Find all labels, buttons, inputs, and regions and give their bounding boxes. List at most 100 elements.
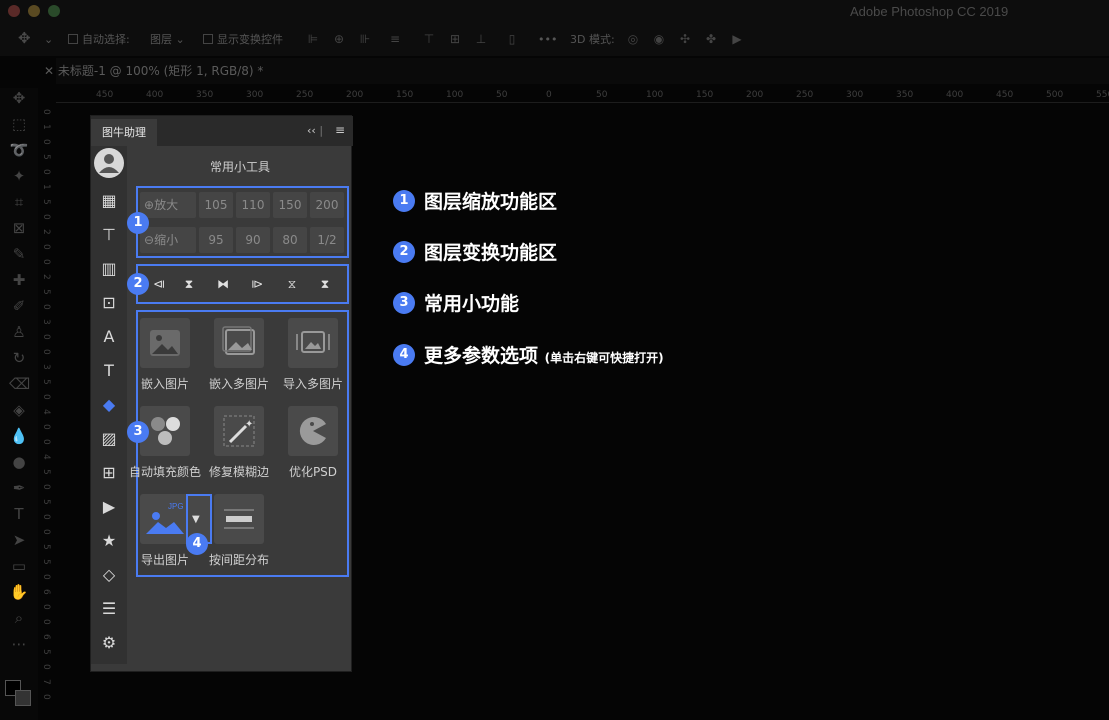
settings-gear-icon[interactable]: ⚙ xyxy=(98,632,120,654)
align-bottom-icon[interactable]: ⊥ xyxy=(474,32,488,46)
collapse-icon[interactable]: ‹‹ | xyxy=(307,124,323,137)
roll-3d-icon[interactable]: ◉ xyxy=(652,32,666,46)
align-center-icon[interactable]: ⊕ xyxy=(332,32,346,46)
embed-image-button[interactable] xyxy=(140,318,190,368)
video-icon[interactable]: ▶ xyxy=(98,496,120,518)
more-options-button[interactable]: ••• xyxy=(538,32,557,48)
zoom-tool-icon[interactable]: ⌕ xyxy=(9,608,29,628)
ruler-tick: 6 xyxy=(41,634,51,640)
frame-tool-icon[interactable]: ⊠ xyxy=(9,218,29,238)
panel-resize-handle[interactable] xyxy=(187,664,257,668)
background-color-swatch[interactable] xyxy=(15,690,31,706)
type-tool-icon[interactable]: T xyxy=(9,504,29,524)
align-right-icon[interactable]: ⊪ xyxy=(358,32,372,46)
history-brush-tool-icon[interactable]: ↻ xyxy=(9,348,29,368)
minimize-window-button[interactable] xyxy=(28,5,40,17)
grid-icon[interactable]: ▦ xyxy=(98,190,120,212)
eraser-tool-icon[interactable]: ⌫ xyxy=(9,374,30,394)
legend-text-2: 图层变换功能区 xyxy=(424,242,558,264)
zoom-in-110-button[interactable]: 110 xyxy=(236,192,270,218)
ruler-tick: 5 xyxy=(41,289,51,295)
document-tab[interactable]: ✕ 未标题-1 @ 100% (矩形 1, RGB/8) * xyxy=(44,62,263,79)
align-left-icon[interactable]: ⊫ xyxy=(306,32,320,46)
flip-horizontal-icon[interactable]: ⧓ xyxy=(216,276,230,292)
stamp-tool-icon[interactable]: ♙ xyxy=(9,322,29,342)
brush-tool-icon[interactable]: ✐ xyxy=(9,296,29,316)
ruler-tick: 7 xyxy=(41,679,51,685)
crop-tool-icon[interactable]: ⌗ xyxy=(9,192,29,212)
healing-tool-icon[interactable]: ✚ xyxy=(9,270,29,290)
align-top-icon[interactable]: ⊤ xyxy=(422,32,436,46)
flip-down-icon[interactable]: ⧗ xyxy=(318,276,332,292)
ruler-tick: 0 xyxy=(41,214,51,220)
zoom-out-button[interactable]: ⊖缩小 xyxy=(140,227,196,253)
zoom-out-half-button[interactable]: 1/2 xyxy=(310,227,344,253)
align-hcenter-icon[interactable]: ≡ xyxy=(388,32,402,46)
flip-left-icon[interactable]: ⧏ xyxy=(152,276,166,292)
font-search-icon[interactable]: A xyxy=(98,326,120,348)
more-tools-icon[interactable]: ⋯ xyxy=(9,634,29,654)
fix-blurry-edge-button[interactable]: ✦ xyxy=(214,406,264,456)
zoom-window-button[interactable] xyxy=(48,5,60,17)
ruler-tick: 0 xyxy=(41,334,51,340)
auto-select-dropdown[interactable]: 图层 ⌄ xyxy=(150,32,185,48)
hand-tool-icon[interactable]: ✋ xyxy=(9,582,29,602)
dodge-tool-icon[interactable]: ● xyxy=(9,452,29,472)
star-badge-icon[interactable]: ★ xyxy=(98,530,120,552)
marquee-tool-icon[interactable]: ⬚ xyxy=(9,114,29,134)
zoom-in-200-button[interactable]: 200 xyxy=(310,192,344,218)
panel-tab[interactable]: 图牛助理 xyxy=(91,119,157,146)
close-tab-icon[interactable]: ✕ xyxy=(44,64,58,78)
slide-3d-icon[interactable]: ✤ xyxy=(704,32,718,46)
optimize-psd-button[interactable] xyxy=(288,406,338,456)
panel-menu-icon[interactable]: ≡ xyxy=(335,123,345,137)
bucket-tool-icon[interactable]: ◈ xyxy=(9,400,29,420)
pen-tool-icon[interactable]: ✒ xyxy=(9,478,29,498)
list-icon[interactable]: ☰ xyxy=(98,598,120,620)
image-edit-icon[interactable]: ▨ xyxy=(98,428,120,450)
distribute-by-spacing-button[interactable] xyxy=(214,494,264,544)
rectangle-tool-icon[interactable]: ▭ xyxy=(9,556,29,576)
layout-icon[interactable]: ⊤ xyxy=(98,224,120,246)
blur-tool-icon[interactable]: 💧 xyxy=(9,426,29,446)
flip-up-icon[interactable]: ⧖ xyxy=(285,276,299,292)
path-select-tool-icon[interactable]: ➤ xyxy=(9,530,29,550)
flip-vertical-icon[interactable]: ⧗ xyxy=(182,276,196,292)
zoom-out-95-button[interactable]: 95 xyxy=(199,227,233,253)
ruler-tick: 1 xyxy=(41,124,51,130)
show-transform-checkbox[interactable]: 显示变换控件 xyxy=(203,32,283,48)
zoom-in-150-button[interactable]: 150 xyxy=(273,192,307,218)
badge-2: 2 xyxy=(127,273,149,295)
drag-3d-icon[interactable]: ✣ xyxy=(678,32,692,46)
zoom-in-105-button[interactable]: 105 xyxy=(199,192,233,218)
ruler-tick: 150 xyxy=(696,90,714,100)
move-tool-icon[interactable]: ✥ xyxy=(9,88,29,108)
zoom-in-button[interactable]: ⊕放大 xyxy=(140,192,196,218)
eyedropper-tool-icon[interactable]: ✎ xyxy=(9,244,29,264)
auto-select-checkbox[interactable]: 自动选择: xyxy=(68,32,130,48)
columns-icon[interactable]: ▥ xyxy=(98,258,120,280)
zoom-out-label: 缩小 xyxy=(154,233,179,247)
lasso-tool-icon[interactable]: ➰ xyxy=(9,140,29,160)
close-window-button[interactable] xyxy=(8,5,20,17)
zoom-out-90-button[interactable]: 90 xyxy=(236,227,270,253)
tools-panel: ✥ ⬚ ➰ ✦ ⌗ ⊠ ✎ ✚ ✐ ♙ ↻ ⌫ ◈ 💧 ● ✒ T ➤ ▭ ✋ … xyxy=(0,88,38,720)
cube-icon[interactable]: ◆ xyxy=(98,394,120,416)
export-image-button[interactable]: JPG xyxy=(140,494,190,544)
embed-multiple-images-button[interactable] xyxy=(214,318,264,368)
orbit-3d-icon[interactable]: ◎ xyxy=(626,32,640,46)
avatar[interactable] xyxy=(94,148,124,178)
flip-right-icon[interactable]: ⧐ xyxy=(250,276,264,292)
zoom-out-80-button[interactable]: 80 xyxy=(273,227,307,253)
import-multiple-images-button[interactable] xyxy=(288,318,338,368)
move-tool-icon[interactable]: ✥ xyxy=(18,30,31,46)
artboard-icon[interactable]: ⊡ xyxy=(98,292,120,314)
ruler-tick: 100 xyxy=(446,90,464,100)
distribute-by-spacing-label: 按间距分布 xyxy=(208,553,269,567)
chevron-down-icon[interactable]: ⌄ xyxy=(44,32,53,48)
align-middle-icon[interactable]: ⊞ xyxy=(448,32,462,46)
camera-3d-icon[interactable]: ▶ xyxy=(730,32,744,46)
ruler-tick: 200 xyxy=(346,90,364,100)
distribute-icon[interactable]: ▯ xyxy=(505,32,519,46)
magic-wand-tool-icon[interactable]: ✦ xyxy=(9,166,29,186)
